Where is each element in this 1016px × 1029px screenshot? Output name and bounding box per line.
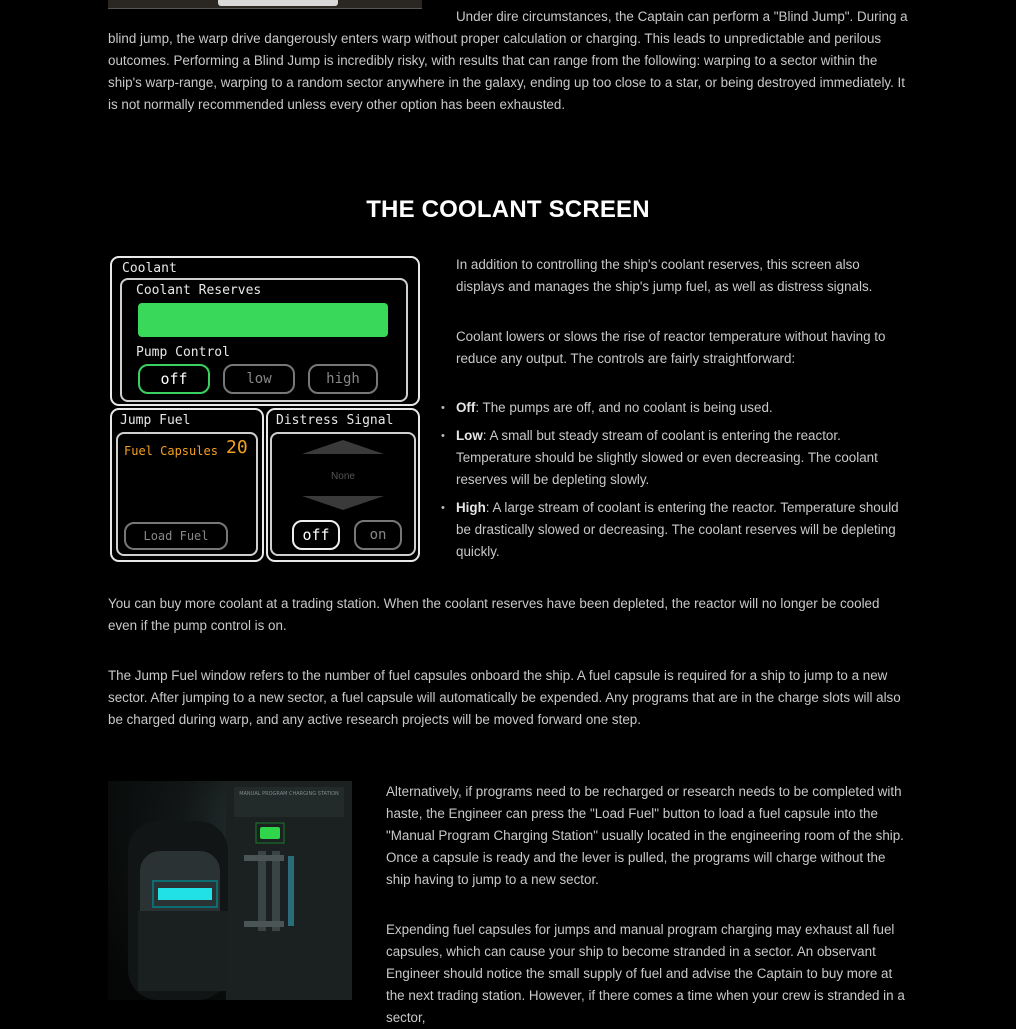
load-fuel-button[interactable]: Load Fuel [124,522,228,550]
fuel-capsules-count: 20 [226,437,248,458]
charging-station-photo: MANUAL PROGRAM CHARGING STATION [108,781,352,1000]
intro-paragraph-2: Coolant lowers or slows the rise of reac… [456,329,886,366]
distress-inner: None off on [270,432,416,556]
list-item-desc: : A large stream of coolant is entering … [456,500,899,559]
list-item-term: Off [456,400,476,415]
jump-fuel-panel: Jump Fuel Fuel Capsules 20 Load Fuel [110,408,264,562]
distress-signal-panel: Distress Signal None off on [266,408,420,562]
coolant-screen-image: Coolant Coolant Reserves Pump Control of… [108,254,422,564]
jump-fuel-title: Jump Fuel [118,413,193,429]
list-item: High: A large stream of coolant is enter… [441,497,908,563]
list-item-desc: : The pumps are off, and no coolant is b… [475,400,773,415]
list-item-term: High [456,500,486,515]
blind-jump-paragraph: Under dire circumstances, the Captain ca… [108,9,908,112]
pump-control-label: Pump Control [136,345,230,360]
intro-paragraph-1: In addition to controlling the ship's co… [456,257,873,294]
pump-levels-list: Off: The pumps are off, and no coolant i… [441,397,908,569]
list-item: Off: The pumps are off, and no coolant i… [441,397,908,419]
list-item: Low: A small but steady stream of coolan… [441,425,908,491]
stranded-paragraph: Expending fuel capsules for jumps and ma… [386,922,905,1025]
distress-off-button[interactable]: off [292,520,340,550]
section-title: THE COOLANT SCREEN [366,196,650,223]
list-item-term: Low [456,428,483,443]
pump-off-button[interactable]: off [138,364,210,394]
coolant-reserves-bar [138,303,388,337]
coolant-inner-panel: Coolant Reserves Pump Control off low hi… [120,278,408,402]
buy-coolant-paragraph: You can buy more coolant at a trading st… [108,596,880,633]
coolant-panel: Coolant Coolant Reserves Pump Control of… [110,256,420,406]
fuel-capsules-label: Fuel Capsules [124,444,218,458]
pump-low-button[interactable]: low [223,364,295,394]
jump-fuel-paragraph: The Jump Fuel window refers to the numbe… [108,668,901,727]
distress-on-button[interactable]: on [354,520,402,550]
coolant-reserves-label: Coolant Reserves [136,283,262,298]
load-fuel-paragraph: Alternatively, if programs need to be re… [386,784,904,887]
jump-fuel-inner: Fuel Capsules 20 Load Fuel [116,432,258,556]
coolant-panel-title: Coolant [120,261,179,277]
distress-value: None [331,471,355,482]
pump-high-button[interactable]: high [308,364,378,394]
list-item-desc: : A small but steady stream of coolant i… [456,428,878,487]
station-sign-text: MANUAL PROGRAM CHARGING STATION [239,791,339,797]
distress-signal-title: Distress Signal [274,413,396,429]
